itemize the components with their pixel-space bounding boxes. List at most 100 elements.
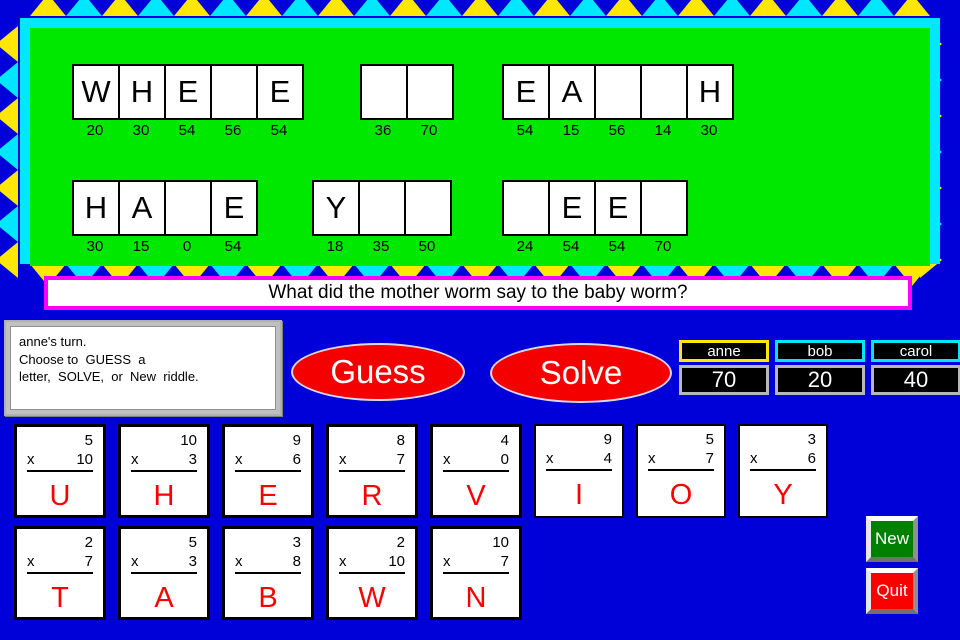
tile-operand-1: 9 xyxy=(292,431,301,449)
tile-letter: T xyxy=(51,582,69,614)
tile-problem: 5 x 10 xyxy=(17,427,103,472)
frame-tooth xyxy=(678,0,714,16)
tile-operand-1: 5 xyxy=(188,533,197,551)
frame-tooth xyxy=(462,0,498,16)
frame-tooth xyxy=(822,0,858,16)
tile-operand-2: 7 xyxy=(84,552,93,570)
frame-tooth xyxy=(426,0,462,16)
quit-button[interactable]: Quit xyxy=(866,568,918,614)
tile-operand-2: 3 xyxy=(188,552,197,570)
tile-operator: x xyxy=(235,450,243,468)
puzzle-group-2-2: Y 18 35 50 xyxy=(312,180,452,255)
tile-letter: Y xyxy=(773,479,793,511)
tile-operand-1: 10 xyxy=(492,533,509,551)
puzzle-cell[interactable] xyxy=(504,182,550,234)
puzzle-clues: 18 35 50 xyxy=(312,238,452,255)
frame-tooth xyxy=(498,0,534,16)
letter-tile-v[interactable]: 4 x 0V xyxy=(430,424,522,518)
player-anne: anne 70 xyxy=(679,340,769,395)
tile-problem: 10 x 7 xyxy=(433,529,519,574)
letter-tile-r[interactable]: 8 x 7R xyxy=(326,424,418,518)
puzzle-cell[interactable] xyxy=(596,66,642,118)
puzzle-cells: W H E E xyxy=(72,64,304,120)
letter-tile-y[interactable]: 3 x 6Y xyxy=(738,424,828,518)
puzzle-cell[interactable] xyxy=(408,66,452,118)
puzzle-cell[interactable] xyxy=(406,182,450,234)
puzzle-clue: 30 xyxy=(132,122,150,139)
tile-operand-2: 0 xyxy=(500,450,509,468)
tile-operator: x xyxy=(235,552,243,570)
letter-tile-i[interactable]: 9 x 4 I xyxy=(534,424,624,518)
letter-tile-t[interactable]: 2 x 7T xyxy=(14,526,106,620)
puzzle-clue: 54 xyxy=(608,238,626,255)
puzzle-cell[interactable]: W xyxy=(74,66,120,118)
puzzle-clue: 15 xyxy=(132,238,150,255)
puzzle-cell[interactable]: H xyxy=(74,182,120,234)
puzzle-cell[interactable] xyxy=(212,66,258,118)
frame-tooth xyxy=(0,242,18,278)
solve-button[interactable]: Solve xyxy=(490,343,672,403)
puzzle-cells: H A E xyxy=(72,180,258,236)
frame-tooth xyxy=(570,0,606,16)
tile-operand-2: 8 xyxy=(292,552,301,570)
letter-tile-e[interactable]: 9 x 6E xyxy=(222,424,314,518)
puzzle-cell[interactable] xyxy=(642,182,686,234)
puzzle-cell[interactable] xyxy=(166,182,212,234)
tile-operator: x xyxy=(339,552,347,570)
puzzle-cell[interactable]: E xyxy=(258,66,302,118)
tile-letter: B xyxy=(258,582,278,614)
letter-tile-n[interactable]: 10 x 7 N xyxy=(430,526,522,620)
frame-tooth xyxy=(354,0,390,16)
puzzle-cell[interactable] xyxy=(362,66,408,118)
player-name[interactable]: anne xyxy=(679,340,769,362)
player-name[interactable]: carol xyxy=(871,340,960,362)
frame-teeth-top xyxy=(30,0,930,16)
tile-operand-2: 7 xyxy=(705,449,714,467)
letter-tile-h[interactable]: 10 x 3 H xyxy=(118,424,210,518)
tile-letter: E xyxy=(258,480,278,512)
guess-button[interactable]: Guess xyxy=(291,343,465,401)
puzzle-cell[interactable]: A xyxy=(120,182,166,234)
puzzle-cell[interactable]: E xyxy=(596,182,642,234)
tile-operand-2: 3 xyxy=(188,450,197,468)
frame-tooth xyxy=(246,0,282,16)
puzzle-clue: 50 xyxy=(418,238,436,255)
puzzle-cell[interactable]: E xyxy=(212,182,256,234)
tile-operator: x xyxy=(131,552,139,570)
puzzle-cells xyxy=(360,64,454,120)
tile-operand-1: 10 xyxy=(180,431,197,449)
tile-operand-2: 6 xyxy=(292,450,301,468)
puzzle-cell[interactable]: E xyxy=(166,66,212,118)
frame-tooth xyxy=(102,0,138,16)
letter-tile-o[interactable]: 5 x 7O xyxy=(636,424,726,518)
letter-tile-grid: 5 x 10 U 10 x 3 H 9 x 6 E 8 x 7 R 4 x 0 V 9 x 4 I 5 x 7 O 3 x 6 Y 2x7T5… xyxy=(14,424,828,628)
tile-operator: x xyxy=(27,450,35,468)
letter-tile-a[interactable]: 5 x 3A xyxy=(118,526,210,620)
riddle-question-bar: What did the mother worm say to the baby… xyxy=(44,276,912,310)
player-score: 70 xyxy=(679,365,769,395)
tile-letter: I xyxy=(574,479,584,511)
letter-tile-b[interactable]: 3 x 8B xyxy=(222,526,314,620)
tile-operator: x xyxy=(443,450,451,468)
puzzle-cell[interactable]: A xyxy=(550,66,596,118)
letter-tile-u[interactable]: 5 x 10 U xyxy=(14,424,106,518)
puzzle-clue: 20 xyxy=(86,122,104,139)
puzzle-clue: 30 xyxy=(86,238,104,255)
puzzle-cell[interactable]: E xyxy=(504,66,550,118)
tile-operator: x xyxy=(750,449,758,467)
player-name[interactable]: bob xyxy=(775,340,865,362)
new-game-button[interactable]: New xyxy=(866,516,918,562)
puzzle-cell[interactable]: H xyxy=(120,66,166,118)
instruction-panel: anne's turn. Choose to GUESS a letter, S… xyxy=(4,320,282,416)
letter-tile-w[interactable]: 2 x 10 W xyxy=(326,526,418,620)
puzzle-cell[interactable]: Y xyxy=(314,182,360,234)
frame-tooth xyxy=(714,0,750,16)
puzzle-cell[interactable] xyxy=(360,182,406,234)
puzzle-cell[interactable] xyxy=(642,66,688,118)
frame-tooth xyxy=(534,0,570,16)
tile-operand-1: 9 xyxy=(603,430,612,448)
instruction-line-3: letter, SOLVE, or New riddle. xyxy=(19,369,199,385)
puzzle-cell[interactable]: E xyxy=(550,182,596,234)
puzzle-cell[interactable]: H xyxy=(688,66,732,118)
scoreboard: anne 70 bob 20 carol 40 xyxy=(679,340,960,395)
